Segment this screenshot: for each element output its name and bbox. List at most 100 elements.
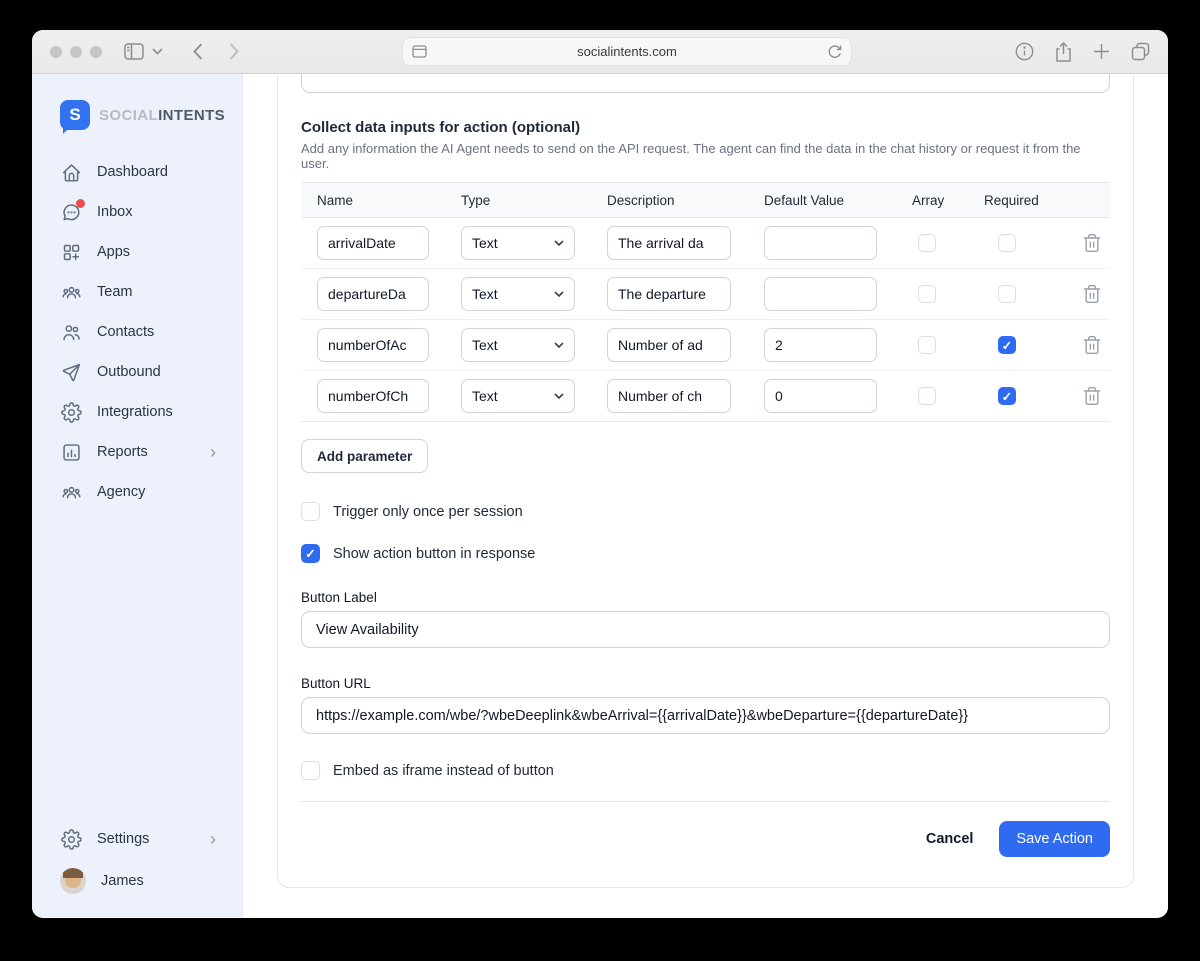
forward-icon[interactable] — [229, 43, 239, 60]
param-default-input[interactable] — [764, 379, 877, 413]
show-action-button-label: Show action button in response — [333, 546, 535, 562]
array-checkbox[interactable] — [918, 387, 936, 405]
sidebar: S SOCIALINTENTS Dashboard Inbox Apps — [32, 74, 243, 917]
show-action-button-checkbox[interactable] — [301, 544, 320, 563]
param-description-input[interactable] — [607, 379, 731, 413]
chat-bubble-icon — [60, 201, 82, 223]
sidebar-item-outbound[interactable]: Outbound — [32, 352, 242, 392]
action-form-card: Collect data inputs for action (optional… — [277, 74, 1134, 888]
param-type-select[interactable]: Text — [461, 277, 575, 311]
param-name-input[interactable] — [317, 379, 429, 413]
clipped-top-input[interactable] — [301, 74, 1110, 93]
param-type-select[interactable]: Text — [461, 226, 575, 260]
gear-icon — [60, 401, 82, 423]
browser-toolbar: socialintents.com — [32, 30, 1168, 74]
window-controls — [50, 46, 102, 58]
array-checkbox[interactable] — [918, 285, 936, 303]
logo[interactable]: S SOCIALINTENTS — [32, 74, 242, 152]
sidebar-item-label: Contacts — [97, 324, 154, 340]
main-content: Collect data inputs for action (optional… — [243, 74, 1168, 917]
trash-icon[interactable] — [1082, 386, 1102, 406]
socialintents-logo-icon: S — [60, 100, 90, 130]
new-tab-icon[interactable] — [1093, 43, 1110, 60]
array-checkbox[interactable] — [918, 336, 936, 354]
logo-wordmark: SOCIALINTENTS — [99, 107, 225, 124]
avatar — [60, 868, 86, 894]
param-description-input[interactable] — [607, 328, 731, 362]
people-group-icon — [60, 481, 82, 503]
section-description: Add any information the AI Agent needs t… — [301, 141, 1110, 171]
address-bar[interactable]: socialintents.com — [402, 37, 852, 66]
sidebar-item-label: Inbox — [97, 204, 132, 220]
table-row: Text — [301, 218, 1110, 269]
cancel-button[interactable]: Cancel — [926, 831, 974, 847]
user-menu[interactable]: James — [32, 859, 242, 903]
table-row: Text — [301, 269, 1110, 320]
required-checkbox[interactable] — [998, 336, 1016, 354]
reload-icon[interactable] — [828, 44, 842, 59]
page-settings-icon[interactable] — [412, 45, 427, 58]
sidebar-toggle-icon[interactable] — [124, 43, 144, 60]
param-name-input[interactable] — [317, 226, 429, 260]
sidebar-item-team[interactable]: Team — [32, 272, 242, 312]
save-action-button[interactable]: Save Action — [999, 821, 1110, 857]
required-checkbox[interactable] — [998, 285, 1016, 303]
param-default-input[interactable] — [764, 226, 877, 260]
sidebar-item-contacts[interactable]: Contacts — [32, 312, 242, 352]
required-checkbox[interactable] — [998, 234, 1016, 252]
chevron-down-icon[interactable] — [152, 48, 163, 55]
form-footer: Cancel Save Action — [301, 821, 1110, 857]
sidebar-item-label: Integrations — [97, 404, 173, 420]
sidebar-item-label: Settings — [97, 831, 149, 847]
button-label-input[interactable] — [301, 611, 1110, 648]
info-icon[interactable] — [1015, 42, 1034, 61]
zoom-window-button[interactable] — [90, 46, 102, 58]
sidebar-item-settings[interactable]: Settings › — [32, 819, 242, 859]
param-default-input[interactable] — [764, 277, 877, 311]
home-icon — [60, 161, 82, 183]
col-header-required: Required — [984, 193, 1082, 208]
tab-overview-icon[interactable] — [1131, 42, 1150, 61]
back-icon[interactable] — [193, 43, 203, 60]
trigger-once-checkbox[interactable] — [301, 502, 320, 521]
trash-icon[interactable] — [1082, 233, 1102, 253]
share-icon[interactable] — [1055, 42, 1072, 62]
sidebar-item-agency[interactable]: Agency — [32, 472, 242, 512]
button-url-input[interactable] — [301, 697, 1110, 734]
required-checkbox[interactable] — [998, 387, 1016, 405]
url-text: socialintents.com — [577, 44, 677, 59]
button-label-label: Button Label — [301, 590, 1110, 605]
sidebar-item-label: Reports — [97, 444, 148, 460]
table-row: Text — [301, 371, 1110, 422]
param-type-select[interactable]: Text — [461, 328, 575, 362]
sidebar-item-reports[interactable]: Reports › — [32, 432, 242, 472]
col-header-type: Type — [461, 193, 607, 208]
sidebar-item-label: Team — [97, 284, 132, 300]
embed-iframe-checkbox[interactable] — [301, 761, 320, 780]
sidebar-item-integrations[interactable]: Integrations — [32, 392, 242, 432]
param-name-input[interactable] — [317, 328, 429, 362]
browser-window: socialintents.com S SOCIAL — [32, 30, 1168, 918]
sidebar-item-apps[interactable]: Apps — [32, 232, 242, 272]
close-window-button[interactable] — [50, 46, 62, 58]
sidebar-item-inbox[interactable]: Inbox — [32, 192, 242, 232]
people-icon — [60, 321, 82, 343]
sidebar-item-label: Dashboard — [97, 164, 168, 180]
sidebar-item-dashboard[interactable]: Dashboard — [32, 152, 242, 192]
param-type-select[interactable]: Text — [461, 379, 575, 413]
param-name-input[interactable] — [317, 277, 429, 311]
param-default-input[interactable] — [764, 328, 877, 362]
add-parameter-button[interactable]: Add parameter — [301, 439, 428, 473]
minimize-window-button[interactable] — [70, 46, 82, 58]
param-description-input[interactable] — [607, 226, 731, 260]
trigger-once-row: Trigger only once per session — [301, 502, 1110, 521]
trash-icon[interactable] — [1082, 335, 1102, 355]
user-name: James — [101, 873, 144, 889]
trash-icon[interactable] — [1082, 284, 1102, 304]
trigger-once-label: Trigger only once per session — [333, 504, 523, 520]
param-description-input[interactable] — [607, 277, 731, 311]
array-checkbox[interactable] — [918, 234, 936, 252]
sidebar-item-label: Agency — [97, 484, 145, 500]
bar-chart-icon — [60, 441, 82, 463]
col-header-default: Default Value — [764, 193, 912, 208]
